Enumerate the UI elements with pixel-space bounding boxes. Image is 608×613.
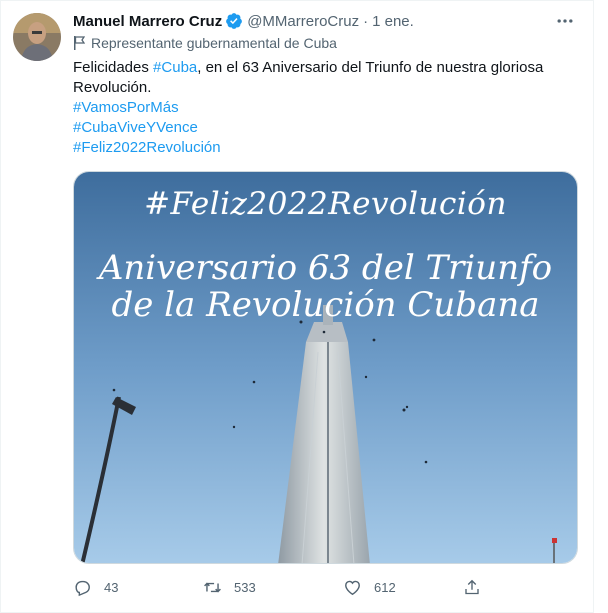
tweet-text-prefix: Felicidades [73, 59, 154, 76]
hashtag-vamos-por-mas[interactable]: #VamosPorMás [73, 99, 179, 116]
reply-icon [75, 580, 90, 596]
hashtag-line: #CubaViveYVence [73, 118, 573, 138]
more-horizontal-icon[interactable] [555, 11, 575, 31]
separator-dot: · [363, 12, 369, 30]
retweet-icon [204, 582, 221, 592]
hashtag-line: #VamosPorMás [73, 98, 573, 118]
media-caption-line-2: de la Revolución Cubana [111, 285, 540, 325]
tweet-timestamp[interactable]: 1 ene. [372, 13, 414, 30]
like-button[interactable]: 612 [343, 578, 463, 597]
tweet-text-line: Felicidades #Cuba, en el 63 Aniversario … [73, 58, 573, 98]
avatar[interactable] [13, 13, 61, 61]
government-label-text: Representante gubernamental de Cuba [91, 35, 337, 51]
retweet-count: 533 [234, 579, 256, 595]
share-icon [465, 579, 479, 594]
author-handle[interactable]: @MMarreroCruz [247, 13, 359, 30]
share-button[interactable] [463, 578, 493, 597]
tweet-media-image[interactable]: #Feliz2022Revolución Aniversario 63 del … [73, 171, 578, 564]
like-count: 612 [374, 579, 396, 595]
hashtag-cuba[interactable]: #Cuba [153, 59, 197, 76]
tweet-actions: 43 533 612 [73, 575, 503, 599]
retweet-button[interactable]: 533 [203, 578, 343, 597]
hashtag-feliz-2022-revolucion[interactable]: #Feliz2022Revolución [73, 139, 221, 156]
government-label[interactable]: Representante gubernamental de Cuba [73, 35, 337, 51]
media-caption-line-1: Aniversario 63 del Triunfo [98, 248, 553, 288]
hashtag-cuba-vive-y-vence[interactable]: #CubaViveYVence [73, 119, 198, 136]
author-name[interactable]: Manuel Marrero Cruz [73, 13, 222, 30]
hashtag-line: #Feliz2022Revolución [73, 138, 573, 158]
tweet-card[interactable]: Manuel Marrero Cruz @MMarreroCruz · 1 en… [0, 0, 594, 613]
verified-badge-icon [225, 12, 243, 30]
media-caption-hashtag: #Feliz2022Revolución [144, 186, 507, 222]
government-flag-icon [73, 36, 86, 50]
reply-count: 43 [104, 579, 119, 595]
heart-icon [345, 580, 360, 595]
tweet-text: Felicidades #Cuba, en el 63 Aniversario … [73, 58, 573, 158]
reply-button[interactable]: 43 [73, 578, 203, 597]
